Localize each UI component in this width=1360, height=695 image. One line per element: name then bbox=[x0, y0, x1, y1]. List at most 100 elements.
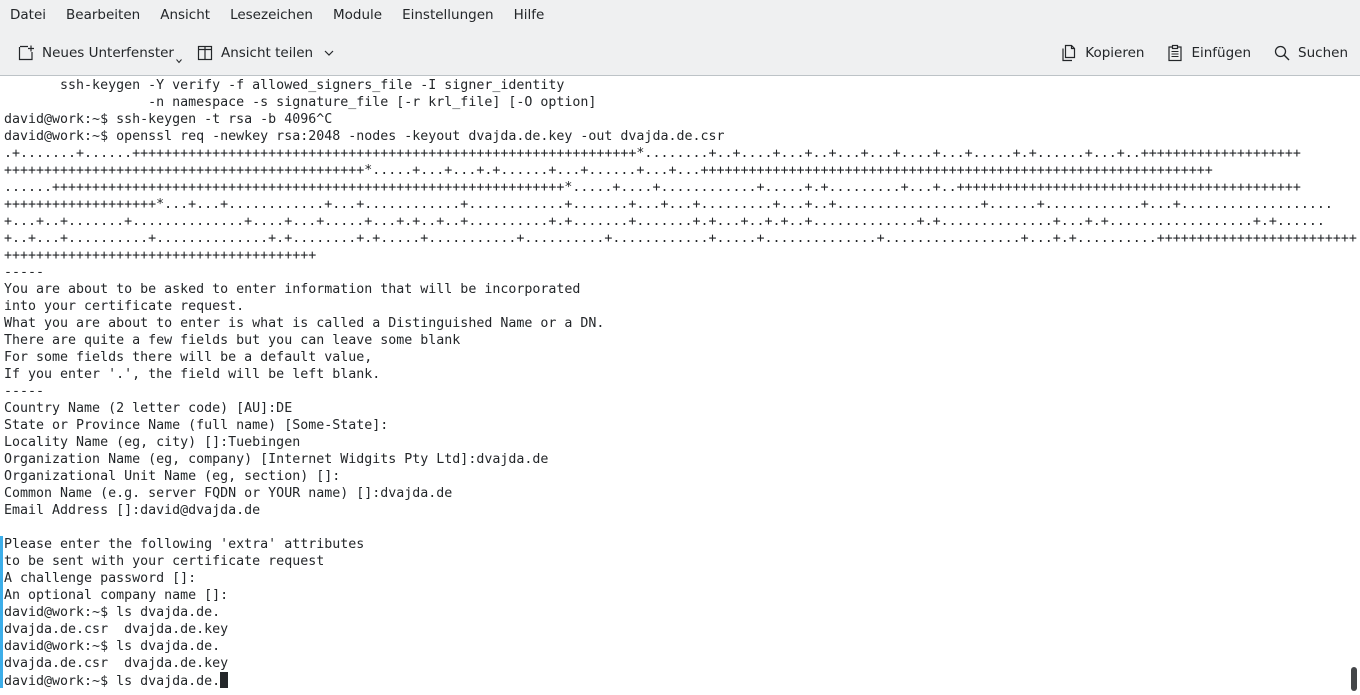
scrollbar-handle[interactable] bbox=[1351, 667, 1357, 691]
split-view-label: Ansicht teilen bbox=[220, 44, 314, 61]
terminal-line-text: ssh-keygen -Y verify -f allowed_signers_… bbox=[4, 78, 565, 93]
paste-button[interactable]: Einfügen bbox=[1158, 36, 1259, 70]
terminal-line-text: -n namespace -s signature_file [-r krl_f… bbox=[4, 95, 597, 110]
menu-lesezeichen[interactable]: Lesezeichen bbox=[220, 0, 323, 30]
terminal-line: Locality Name (eg, city) []:Tuebingen bbox=[4, 434, 1357, 451]
split-view-button[interactable]: Ansicht teilen bbox=[188, 36, 343, 70]
terminal-line-text: There are quite a few fields but you can… bbox=[4, 333, 461, 348]
terminal-line-text: A challenge password []: bbox=[4, 571, 197, 586]
terminal-line: david@work:~$ ls dvajda.de. bbox=[4, 672, 1357, 689]
terminal-line: david@work:~$ openssl req -newkey rsa:20… bbox=[4, 128, 1357, 145]
terminal-line-text: If you enter '.', the field will be left… bbox=[4, 367, 381, 382]
terminal-line: You are about to be asked to enter infor… bbox=[4, 281, 1357, 298]
terminal-line-text: For some fields there will be a default … bbox=[4, 350, 373, 365]
terminal-line: ----- bbox=[4, 383, 1357, 400]
terminal-line: to be sent with your certificate request bbox=[4, 553, 1357, 570]
terminal-line: Organizational Unit Name (eg, section) [… bbox=[4, 468, 1357, 485]
chevron-down-icon[interactable] bbox=[323, 47, 335, 59]
terminal-line: dvajda.de.csr dvajda.de.key bbox=[4, 655, 1357, 672]
terminal-line: dvajda.de.csr dvajda.de.key bbox=[4, 621, 1357, 638]
terminal-line-text: .+.......+......++++++++++++++++++++++++… bbox=[4, 146, 1301, 161]
terminal-line-text: Common Name (e.g. server FQDN or YOUR na… bbox=[4, 486, 453, 501]
terminal-line: david@work:~$ ssh-keygen -t rsa -b 4096^… bbox=[4, 111, 1357, 128]
search-icon bbox=[1274, 45, 1290, 60]
terminal-line-text: State or Province Name (full name) [Some… bbox=[4, 418, 389, 433]
terminal-line: ssh-keygen -Y verify -f allowed_signers_… bbox=[4, 77, 1357, 94]
terminal-line-text: Country Name (2 letter code) [AU]:DE bbox=[4, 401, 293, 416]
paste-icon bbox=[1168, 44, 1183, 61]
copy-icon bbox=[1062, 44, 1076, 61]
terminal-line-text: david@work:~$ ls dvajda.de. bbox=[4, 605, 221, 620]
menu-bar: Datei Bearbeiten Ansicht Lesezeichen Mod… bbox=[0, 0, 1360, 30]
paste-label: Einfügen bbox=[1191, 44, 1252, 61]
terminal-line: +...+..+.......+..............+....+...+… bbox=[4, 213, 1357, 230]
terminal-line: Country Name (2 letter code) [AU]:DE bbox=[4, 400, 1357, 417]
terminal-line-text: +...+..+.......+..............+....+...+… bbox=[4, 214, 1325, 229]
terminal-line-text: Please enter the following 'extra' attri… bbox=[4, 537, 365, 552]
terminal-line-text: You are about to be asked to enter infor… bbox=[4, 282, 581, 297]
split-view-icon bbox=[197, 45, 213, 60]
terminal-line: Please enter the following 'extra' attri… bbox=[4, 536, 1357, 553]
terminal-line-text: Email Address []:david@dvajda.de bbox=[4, 503, 261, 518]
terminal-line: An optional company name []: bbox=[4, 587, 1357, 604]
terminal-line: into your certificate request. bbox=[4, 298, 1357, 315]
terminal-line-text: ......++++++++++++++++++++++++++++++++++… bbox=[4, 180, 1301, 195]
menu-ansicht[interactable]: Ansicht bbox=[150, 0, 220, 30]
terminal-line: For some fields there will be a default … bbox=[4, 349, 1357, 366]
terminal-line-text: david@work:~$ ls dvajda.de. bbox=[4, 674, 221, 689]
terminal-line: -n namespace -s signature_file [-r krl_f… bbox=[4, 94, 1357, 111]
terminal-line: ......++++++++++++++++++++++++++++++++++… bbox=[4, 179, 1357, 196]
terminal-line-text: david@work:~$ ls dvajda.de. bbox=[4, 639, 221, 654]
terminal-line-text: +++++++++++++++++++++++++++++++++++++++ bbox=[4, 248, 317, 263]
terminal-line-text: ----- bbox=[4, 265, 45, 280]
terminal-line-text: to be sent with your certificate request bbox=[4, 554, 325, 569]
copy-button[interactable]: Kopieren bbox=[1052, 36, 1152, 70]
new-tab-button[interactable]: Neues Unterfenster bbox=[9, 36, 182, 70]
menu-module[interactable]: Module bbox=[323, 0, 392, 30]
terminal-line: There are quite a few fields but you can… bbox=[4, 332, 1357, 349]
search-button[interactable]: Suchen bbox=[1265, 36, 1356, 70]
terminal-line: +++++++++++++++++++*...+...+............… bbox=[4, 196, 1357, 213]
terminal-line-text: david@work:~$ ssh-keygen -t rsa -b 4096^… bbox=[4, 112, 333, 127]
terminal-line: +++++++++++++++++++++++++++++++++++++++ bbox=[4, 247, 1357, 264]
terminal-line: State or Province Name (full name) [Some… bbox=[4, 417, 1357, 434]
new-tab-label: Neues Unterfenster bbox=[42, 44, 174, 61]
terminal-line: Organization Name (eg, company) [Interne… bbox=[4, 451, 1357, 468]
menu-hilfe[interactable]: Hilfe bbox=[504, 0, 555, 30]
terminal-line: A challenge password []: bbox=[4, 570, 1357, 587]
terminal-line: david@work:~$ ls dvajda.de. bbox=[4, 604, 1357, 621]
terminal-line: .+.......+......++++++++++++++++++++++++… bbox=[4, 145, 1357, 162]
terminal-line-text: dvajda.de.csr dvajda.de.key bbox=[4, 656, 229, 671]
menu-einstellungen[interactable]: Einstellungen bbox=[392, 0, 504, 30]
toolbar: Neues Unterfenster Ansicht teilen Kopier… bbox=[0, 30, 1360, 76]
search-label: Suchen bbox=[1298, 44, 1348, 61]
terminal-line-text: ----- bbox=[4, 384, 45, 399]
terminal-line-text: david@work:~$ openssl req -newkey rsa:20… bbox=[4, 129, 725, 144]
terminal-line: david@work:~$ ls dvajda.de. bbox=[4, 638, 1357, 655]
terminal-line: Common Name (e.g. server FQDN or YOUR na… bbox=[4, 485, 1357, 502]
terminal-line-text: ++++++++++++++++++++++++++++++++++++++++… bbox=[4, 163, 1213, 178]
terminal-output: ssh-keygen -Y verify -f allowed_signers_… bbox=[4, 77, 1357, 689]
terminal-line-text: What you are about to enter is what is c… bbox=[4, 316, 605, 331]
terminal-line: Email Address []:david@dvajda.de bbox=[4, 502, 1357, 519]
terminal-line-text: dvajda.de.csr dvajda.de.key bbox=[4, 622, 229, 637]
terminal-line-text: Locality Name (eg, city) []:Tuebingen bbox=[4, 435, 301, 450]
new-tab-icon bbox=[18, 45, 34, 60]
terminal-line-text: +++++++++++++++++++*...+...+............… bbox=[4, 197, 1333, 212]
menu-bearbeiten[interactable]: Bearbeiten bbox=[56, 0, 150, 30]
terminal-line: ++++++++++++++++++++++++++++++++++++++++… bbox=[4, 162, 1357, 179]
terminal-line: What you are about to enter is what is c… bbox=[4, 315, 1357, 332]
terminal-line-text: Organization Name (eg, company) [Interne… bbox=[4, 452, 549, 467]
menu-datei[interactable]: Datei bbox=[0, 0, 56, 30]
terminal-line: ----- bbox=[4, 264, 1357, 281]
selection-marker bbox=[0, 536, 3, 688]
terminal-line-text: +..+...+..........+..............+.+....… bbox=[4, 231, 1357, 246]
terminal-line-text: An optional company name []: bbox=[4, 588, 229, 603]
copy-label: Kopieren bbox=[1085, 44, 1145, 61]
terminal-cursor bbox=[220, 672, 229, 688]
terminal-view[interactable]: ssh-keygen -Y verify -f allowed_signers_… bbox=[0, 77, 1360, 695]
terminal-line-text: into your certificate request. bbox=[4, 299, 245, 314]
terminal-line-text: Organizational Unit Name (eg, section) [… bbox=[4, 469, 341, 484]
terminal-line: +..+...+..........+..............+.+....… bbox=[4, 230, 1357, 247]
